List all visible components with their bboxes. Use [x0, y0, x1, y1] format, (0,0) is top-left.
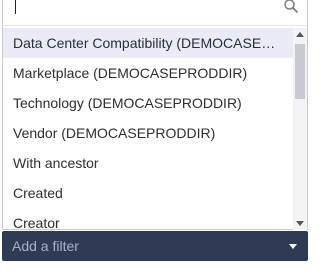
- option-technology[interactable]: Technology (DEMOCASEPRODDIR): [3, 88, 293, 118]
- option-data-center-compatibility[interactable]: Data Center Compatibility (DEMOCASEPR...: [3, 28, 293, 58]
- options-scrollbar[interactable]: [293, 28, 307, 230]
- search-icon[interactable]: [283, 0, 299, 14]
- search-row: [3, 0, 307, 26]
- chevron-down-icon: [289, 244, 297, 249]
- add-filter-select[interactable]: Add a filter: [2, 231, 308, 261]
- scrollbar-thumb[interactable]: [295, 44, 305, 99]
- option-vendor[interactable]: Vendor (DEMOCASEPRODDIR): [3, 118, 293, 148]
- option-creator[interactable]: Creator: [3, 208, 293, 230]
- option-created[interactable]: Created: [3, 178, 293, 208]
- add-filter-label: Add a filter: [12, 238, 79, 254]
- scroll-up-arrow-icon[interactable]: [296, 32, 304, 37]
- option-with-ancestor[interactable]: With ancestor: [3, 148, 293, 178]
- scroll-down-arrow-icon[interactable]: [296, 221, 304, 226]
- option-marketplace[interactable]: Marketplace (DEMOCASEPRODDIR): [3, 58, 293, 88]
- filter-dropdown-panel: Data Center Compatibility (DEMOCASEPR...…: [2, 0, 308, 230]
- text-cursor: [15, 0, 16, 14]
- search-input[interactable]: [7, 0, 277, 20]
- options-list: Data Center Compatibility (DEMOCASEPR...…: [3, 28, 293, 230]
